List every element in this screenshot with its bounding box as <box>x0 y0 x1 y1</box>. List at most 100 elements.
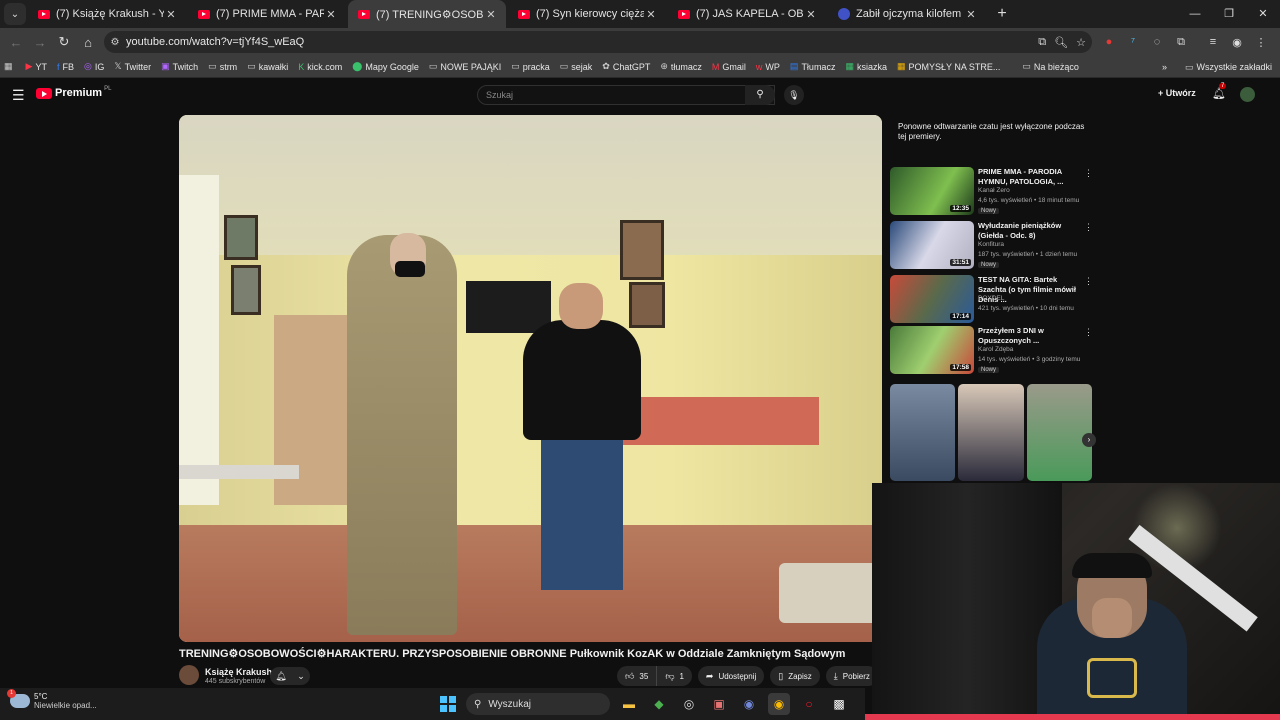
open-in-app-icon[interactable]: ⧉ <box>1038 36 1046 49</box>
tab-3[interactable]: (7) Syn kierowcy ciężarówki, który ✕ <box>508 0 666 28</box>
tab-4[interactable]: (7) JAŚ KAPELA - OBELGI I BLUZNIERSTWA ✕ <box>668 0 826 28</box>
save-button[interactable]: ▯ Zapisz <box>770 666 820 686</box>
bookmark-star-icon[interactable]: ☆ <box>1076 36 1086 49</box>
recommendation-title[interactable]: PRIME MMA - PARODIA HYMNU, PATOLOGIA, ..… <box>978 167 1076 187</box>
recommendation-channel[interactable]: Konfitura <box>978 241 1004 248</box>
restore-icon[interactable]: ❐ <box>1212 0 1246 28</box>
weather-widget[interactable]: 1 5°C Niewielkie opad... <box>7 689 97 710</box>
bookmark-kick[interactable]: Kkick.com <box>298 62 342 72</box>
home-icon[interactable]: ⌂ <box>76 35 100 50</box>
bookmark-maps[interactable]: ⬤ Mapy Google <box>352 61 419 72</box>
bookmark-apps-icon[interactable]: ▦ <box>4 61 16 72</box>
zoom-icon[interactable]: 🔍︎ <box>1054 36 1068 49</box>
bookmark-na-biezaco[interactable]: ▭ Na bieżąco <box>1022 61 1079 72</box>
reading-list-icon[interactable]: ≡ <box>1204 36 1222 48</box>
notifications-button[interactable]: 🔔︎ 7 <box>1212 83 1227 100</box>
discord-icon[interactable]: ◉ <box>738 693 760 715</box>
like-button[interactable]: 👍︎ 35 <box>617 666 658 686</box>
obs-icon[interactable]: ◎ <box>678 693 700 715</box>
capcut-icon[interactable]: ▩ <box>828 693 850 715</box>
tab-close-icon[interactable]: ✕ <box>484 8 498 21</box>
video-thumbnail[interactable]: 12:35 <box>890 167 974 215</box>
tab-close-icon[interactable]: ✕ <box>804 8 818 21</box>
bookmark-tlumacz[interactable]: ⊕ tłumacz <box>660 61 702 72</box>
search-input[interactable]: Szukaj ⌨ <box>477 85 775 105</box>
extensions-puzzle-icon[interactable]: ⧉ <box>1172 36 1190 49</box>
more-options-icon[interactable]: ⋮ <box>1084 222 1093 233</box>
tab-search-button[interactable]: ⌄ <box>4 3 26 25</box>
windows-start-icon[interactable] <box>440 696 456 712</box>
more-options-icon[interactable]: ⋮ <box>1084 327 1093 338</box>
back-icon[interactable]: ← <box>4 35 28 50</box>
file-explorer-icon[interactable]: ▬ <box>618 693 640 715</box>
channel-name[interactable]: Książę Krakush <box>205 667 272 677</box>
bookmark-twitter[interactable]: 𝕏 Twitter <box>114 61 151 72</box>
close-window-icon[interactable]: ✕ <box>1246 0 1280 28</box>
extension-icon[interactable]: ◌ <box>1148 36 1166 48</box>
search-button[interactable]: ⚲ <box>745 85 775 105</box>
dislike-button[interactable]: 👎︎ 1 <box>657 666 692 686</box>
subscription-bell-button[interactable]: 🔔︎ ⌄ <box>270 667 310 685</box>
bookmark-sejak[interactable]: ▭ sejak <box>560 61 593 72</box>
browser-menu-icon[interactable]: ⋮ <box>1252 36 1270 49</box>
recommendation-item[interactable]: 12:35 PRIME MMA - PARODIA HYMNU, PATOLOG… <box>890 167 1093 217</box>
short-thumbnail[interactable] <box>890 384 956 481</box>
more-options-icon[interactable]: ⋮ <box>1084 276 1093 287</box>
bookmark-strm[interactable]: ▭ strm <box>208 61 237 72</box>
reload-icon[interactable]: ↻ <box>52 34 76 50</box>
record-extension-icon[interactable]: ● <box>1100 36 1118 48</box>
bookmark-wp[interactable]: w WP <box>756 62 780 72</box>
bookmark-pracka[interactable]: ▭ pracka <box>511 61 550 72</box>
more-bookmarks-icon[interactable]: » <box>1162 62 1167 72</box>
bookmark-yt[interactable]: ▶ YT <box>26 61 47 72</box>
address-bar[interactable]: ⚙ youtube.com/watch?v=tjYf4S_wEaQ ⧉ 🔍︎ ☆ <box>104 31 1092 53</box>
recommendation-channel[interactable]: Kanał Zero <box>978 187 1010 194</box>
voice-search-button[interactable]: 🎙︎ <box>784 85 804 105</box>
profile-icon[interactable]: ◉ <box>1228 36 1246 49</box>
bookmark-nowe-pajaki[interactable]: ▭ NOWE PAJĄKI <box>429 61 501 72</box>
recommendation-channel[interactable]: BOXDEL <box>978 295 1004 302</box>
download-button[interactable]: ⤓ Pobierz <box>825 666 878 686</box>
bookmark-kawalki[interactable]: ▭ kawałki <box>247 61 288 72</box>
minimize-icon[interactable]: — <box>1178 0 1212 28</box>
bookmark-ig[interactable]: ◎ IG <box>84 61 104 72</box>
bookmark-pomysly[interactable]: ▦ POMYSŁY NA STRE... <box>897 61 1000 72</box>
extension-icon[interactable]: ⁷ <box>1124 36 1142 48</box>
tab-close-icon[interactable]: ✕ <box>164 8 178 21</box>
recommendation-item[interactable]: 31:51 Wyłudzanie pieniążków (Giełda - Od… <box>890 221 1093 271</box>
recommendation-item[interactable]: 17:14 TEST NA GITA: Bartek Szachta (o ty… <box>890 275 1093 325</box>
tab-close-icon[interactable]: ✕ <box>644 8 658 21</box>
recommendation-channel[interactable]: Karol Zdęba <box>978 346 1013 353</box>
short-thumbnail[interactable] <box>1026 384 1092 481</box>
video-player[interactable] <box>179 115 882 642</box>
recommendation-title[interactable]: Wyłudzanie pieniążków (Giełda - Odc. 8) <box>978 221 1076 241</box>
short-thumbnail[interactable] <box>958 384 1024 481</box>
bookmark-fb[interactable]: f FB <box>57 62 74 72</box>
taskbar-search[interactable]: ⚲ Wyszukaj <box>466 693 610 715</box>
tab-1[interactable]: (7) PRIME MMA - PARODIA HYMNU ✕ <box>188 0 346 28</box>
tab-0[interactable]: (7) Książę Krakush - YouTube ✕ <box>28 0 186 28</box>
video-thumbnail[interactable]: 31:51 <box>890 221 974 269</box>
bookmark-tlumacz-2[interactable]: ▤ Tłumacz <box>790 61 836 72</box>
bookmark-twitch[interactable]: ▣ Twitch <box>161 61 198 72</box>
more-options-icon[interactable]: ⋮ <box>1084 168 1093 179</box>
video-thumbnail[interactable]: 17:58 <box>890 326 974 374</box>
account-avatar[interactable] <box>1240 87 1255 102</box>
recommendation-item[interactable]: 17:58 Przeżyłem 3 DNI w Opuszczonych ...… <box>890 326 1093 376</box>
tab-5[interactable]: Zabił ojczyma kilofem | Gazeta ✕ <box>828 0 986 28</box>
share-button[interactable]: ➦ Udostępnij <box>697 666 765 686</box>
forward-icon[interactable]: → <box>28 35 52 50</box>
opera-icon[interactable]: ○ <box>798 693 820 715</box>
bookmark-ksiazka[interactable]: ▦ ksiazka <box>845 61 887 72</box>
photo-app-icon[interactable]: ▣ <box>708 693 730 715</box>
chevron-right-icon[interactable]: › <box>1082 433 1096 447</box>
menu-icon[interactable]: ☰ <box>12 87 25 104</box>
video-thumbnail[interactable]: 17:14 <box>890 275 974 323</box>
youtube-premium-logo[interactable]: Premium PL <box>36 86 111 99</box>
channel-avatar[interactable] <box>179 665 199 685</box>
tab-close-icon[interactable]: ✕ <box>964 8 978 21</box>
chrome-icon[interactable]: ◉ <box>768 693 790 715</box>
tab-close-icon[interactable]: ✕ <box>324 8 338 21</box>
shield-app-icon[interactable]: ◆ <box>648 693 670 715</box>
bookmark-chatgpt[interactable]: ✿ ChatGPT <box>602 61 650 72</box>
